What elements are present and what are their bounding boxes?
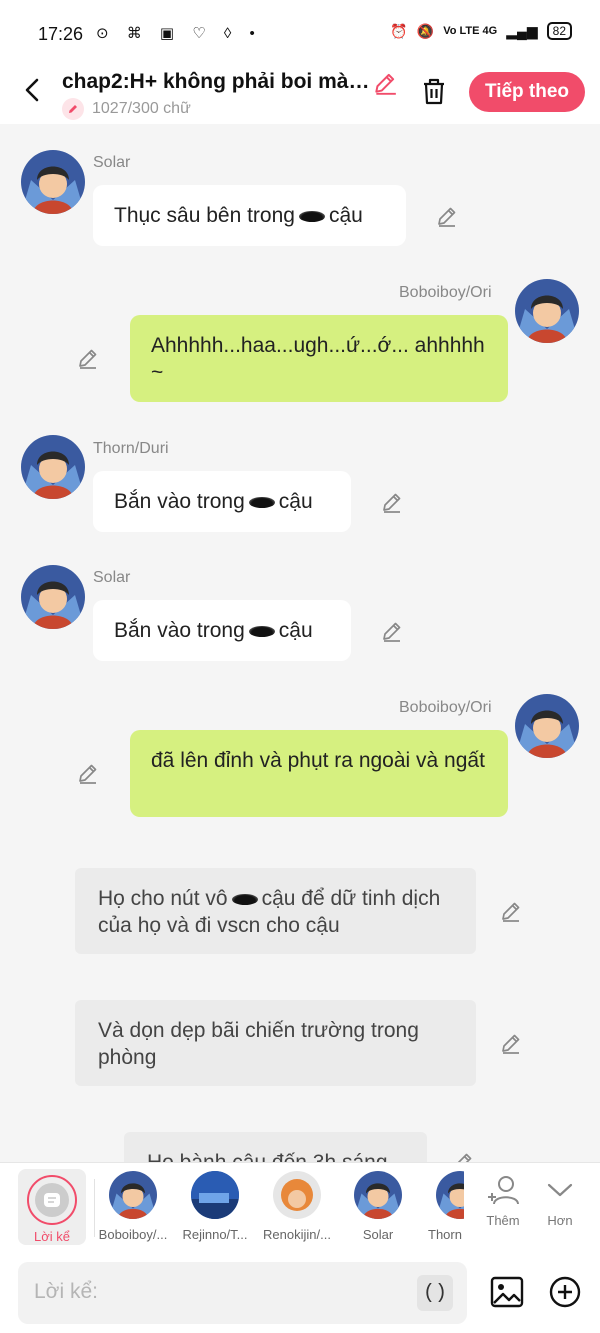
chapter-title[interactable]: chap2:H+ không phải boi mà cậu <box>62 70 370 94</box>
input-bar: Lời kể: () <box>0 1254 600 1333</box>
parentheses-button[interactable]: () <box>417 1275 453 1311</box>
character-rejinno[interactable]: Rejinno/T... <box>173 1171 257 1242</box>
message-text: cậu <box>278 619 313 642</box>
status-time: 17:26 <box>38 24 84 44</box>
mute-icon: 🔕 <box>416 22 435 39</box>
sender-name: Solar <box>93 154 131 171</box>
narrator-circle <box>27 1175 77 1225</box>
edit-message-icon[interactable] <box>76 761 100 785</box>
collapse-label: Hơn <box>547 1213 573 1228</box>
pencil-icon <box>62 98 84 120</box>
network-label: Vo LTE 4G <box>443 25 498 37</box>
message-text: Bắn vào trong <box>114 619 245 642</box>
message-text: Thục sâu bên trong <box>114 204 295 227</box>
edit-message-icon[interactable] <box>451 1150 475 1162</box>
edit-title-icon[interactable] <box>372 70 398 96</box>
add-person-icon <box>488 1176 519 1205</box>
chevron-down-icon <box>547 1183 573 1197</box>
message-bubble[interactable]: Bắn vào trong cậu <box>93 600 351 661</box>
avatar <box>273 1171 321 1219</box>
narration-bubble[interactable]: Họ cho nút vô cậu để dữ tinh dịch của họ … <box>75 868 476 954</box>
message-text: Họ cho nút vô <box>98 887 228 910</box>
character-name: Renokijin/... <box>263 1227 331 1242</box>
character-name: Rejinno/T... <box>182 1227 248 1242</box>
narration-bubble[interactable]: Họ bành cậu đến 3h sáng <box>124 1132 427 1162</box>
avatar-thorn[interactable] <box>21 435 85 499</box>
signal-icon: ▂▄▆ <box>506 22 538 39</box>
battery-icon: 82 <box>546 22 572 40</box>
hole-emoji-icon <box>248 496 275 508</box>
alarm-icon: ⏰ <box>390 22 408 39</box>
chat-area[interactable]: Solar Thục sâu bên trong cậu Boboiboy/Ori… <box>0 124 600 1162</box>
word-count: 1027/300 chữ <box>62 98 191 120</box>
message-bubble[interactable]: Ahhhhh...haa...ugh...ứ...ớ... ahhhhh ~ <box>130 315 508 402</box>
sender-name: Solar <box>93 569 131 586</box>
message-input[interactable]: Lời kể: () <box>18 1262 467 1324</box>
edit-message-icon[interactable] <box>380 619 404 643</box>
avatar-solar[interactable] <box>21 150 85 214</box>
character-name: Boboiboy/... <box>98 1227 168 1242</box>
notification-icons: ⊙ ⌘ ▣ ♡ ◊ • <box>96 25 262 42</box>
message-text: cậu <box>278 490 313 513</box>
image-icon[interactable] <box>489 1274 525 1310</box>
avatar-boboiboy[interactable] <box>515 694 579 758</box>
message-bubble[interactable]: Bắn vào trong cậu <box>93 471 351 532</box>
character-thorn[interactable]: Thorn <box>418 1171 464 1242</box>
add-circle-icon[interactable] <box>548 1275 582 1309</box>
hole-emoji-icon <box>248 625 275 637</box>
edit-message-icon[interactable] <box>499 899 523 923</box>
sender-name: Boboiboy/Ori <box>399 284 492 301</box>
sender-name: Boboiboy/Ori <box>399 699 492 716</box>
avatar <box>354 1171 402 1219</box>
hole-emoji-icon <box>298 210 325 222</box>
message-bubble[interactable]: Thục sâu bên trong cậu <box>93 185 406 246</box>
narrator-selector[interactable]: Lời kể <box>18 1169 86 1245</box>
edit-message-icon[interactable] <box>499 1031 523 1055</box>
status-right: ⏰ 🔕 Vo LTE 4G ▂▄▆ 82 <box>390 22 572 40</box>
edit-message-icon[interactable] <box>76 346 100 370</box>
collapse-button[interactable]: Hơn <box>534 1173 586 1228</box>
add-character-button[interactable]: Thêm <box>477 1173 529 1228</box>
character-solar[interactable]: Solar <box>336 1171 420 1242</box>
message-text: Bắn vào trong <box>114 490 245 513</box>
character-boboiboy[interactable]: Boboiboy/... <box>91 1171 175 1242</box>
word-count-label: 1027/300 chữ <box>92 100 191 117</box>
more-label: Thêm <box>486 1213 520 1228</box>
header: chap2:H+ không phải boi mà cậu 1027/300 … <box>0 64 600 124</box>
message-bubble[interactable]: đã lên đỉnh và phụt ra ngoài và ngất <box>130 730 508 817</box>
back-arrow-icon[interactable] <box>20 76 44 104</box>
message-text: cậu <box>328 204 363 227</box>
input-placeholder: Lời kể: <box>34 1280 98 1303</box>
avatar <box>109 1171 157 1219</box>
sender-name: Thorn/Duri <box>93 440 169 457</box>
avatar-boboiboy[interactable] <box>515 279 579 343</box>
narrator-icon <box>35 1183 69 1217</box>
status-bar: 17:26 ⊙ ⌘ ▣ ♡ ◊ • ⏰ 🔕 Vo LTE 4G ▂▄▆ 82 <box>0 0 600 64</box>
edit-message-icon[interactable] <box>380 490 404 514</box>
next-button[interactable]: Tiếp theo <box>469 72 585 112</box>
avatar-solar[interactable] <box>21 565 85 629</box>
character-renokijin[interactable]: Renokijin/... <box>255 1171 339 1242</box>
hole-emoji-icon <box>231 893 258 905</box>
avatar <box>436 1171 464 1219</box>
trash-icon[interactable] <box>420 76 448 106</box>
character-name: Solar <box>362 1227 394 1242</box>
narrator-label: Lời kể <box>34 1229 70 1244</box>
character-bar: Lời kể Boboiboy/... Rejinno/T... Renokij… <box>0 1162 600 1254</box>
character-name: Thorn <box>428 1227 462 1242</box>
avatar <box>191 1171 239 1219</box>
narration-bubble[interactable]: Và dọn dẹp bãi chiến trường trong phòng <box>75 1000 476 1086</box>
edit-message-icon[interactable] <box>435 204 459 228</box>
